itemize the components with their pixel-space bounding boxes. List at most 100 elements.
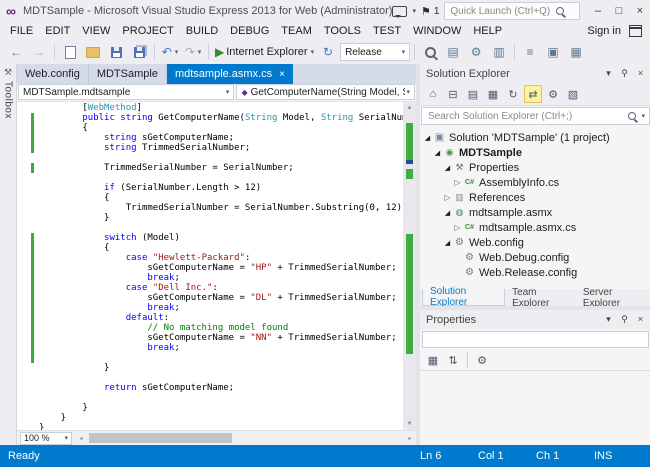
tree-item-mdtsample-asmx-cs[interactable]: ▷C#mdtsample.asmx.cs xyxy=(420,220,650,235)
scrollbar-thumb[interactable] xyxy=(89,433,232,443)
types-dropdown[interactable]: MDTSample.mdtsample ▾ xyxy=(18,84,234,100)
redo-button[interactable]: ↷▾ xyxy=(182,42,204,62)
code-text[interactable]: switch (Model) xyxy=(39,233,180,243)
find-in-files-button[interactable] xyxy=(419,42,441,62)
scroll-down-icon[interactable]: ▼ xyxy=(403,418,416,430)
code-text[interactable]: sGetComputerName = "DL" + TrimmedSerialN… xyxy=(39,293,397,303)
pin-icon[interactable]: ⚲ xyxy=(617,66,632,81)
navigate-forward-button[interactable]: → xyxy=(28,42,50,62)
code-text[interactable]: { xyxy=(39,123,88,133)
code-text[interactable]: sGetComputerName = "NN" + TrimmedSerialN… xyxy=(39,333,397,343)
scroll-left-icon[interactable]: ◂ xyxy=(75,435,87,442)
scroll-up-icon[interactable]: ▲ xyxy=(403,102,416,114)
solution-configurations-select[interactable]: Release▾ xyxy=(340,43,410,61)
save-all-button[interactable] xyxy=(128,42,150,62)
toolbox-strip[interactable]: ⚒ Toolbox xyxy=(0,64,17,445)
browser-refresh-button[interactable]: ↻ xyxy=(317,42,339,62)
expander-icon[interactable]: ▷ xyxy=(442,193,453,202)
expander-icon[interactable]: ◢ xyxy=(442,239,453,247)
panel-tab-solution-explorer[interactable]: Solution Explorer xyxy=(422,289,505,306)
tree-item-assemblyinfo-cs[interactable]: ▷C#AssemblyInfo.cs xyxy=(420,175,650,190)
code-text[interactable]: return sGetComputerName; xyxy=(39,383,234,393)
error-list-button[interactable]: ≡ xyxy=(519,42,541,62)
code-text[interactable]: break; xyxy=(39,303,180,313)
preview-selected-items-icon[interactable]: ▧ xyxy=(564,85,582,103)
team-explorer-button[interactable]: ▥ xyxy=(488,42,510,62)
open-file-button[interactable] xyxy=(82,42,104,62)
save-button[interactable] xyxy=(105,42,127,62)
close-tab-icon[interactable]: × xyxy=(279,69,285,80)
menu-debug[interactable]: DEBUG xyxy=(224,24,275,38)
tab-mdtsample-asmx-cs[interactable]: mdtsample.asmx.cs× xyxy=(167,64,293,84)
alphabetical-icon[interactable]: ⇅ xyxy=(444,351,462,369)
expander-icon[interactable]: ◢ xyxy=(442,164,453,172)
properties-window-button[interactable]: ⚙ xyxy=(465,42,487,62)
code-text[interactable]: public string GetComputerName(String Mod… xyxy=(39,113,403,123)
code-text[interactable]: break; xyxy=(39,343,180,353)
code-text[interactable]: } xyxy=(39,363,109,373)
code-text[interactable]: string sGetComputerName; xyxy=(39,133,234,143)
chevron-down-icon[interactable]: ▾ xyxy=(641,112,645,120)
menu-build[interactable]: BUILD xyxy=(180,24,224,38)
new-file-button[interactable] xyxy=(59,42,81,62)
tree-item-mdtsample[interactable]: ◢◉MDTSample xyxy=(420,145,650,160)
menu-team[interactable]: TEAM xyxy=(275,24,318,38)
scrollbar-track[interactable] xyxy=(87,431,404,445)
tree-item-references[interactable]: ▷▥References xyxy=(420,190,650,205)
expander-icon[interactable]: ▷ xyxy=(452,178,463,187)
zoom-select[interactable]: 100 % ▾ xyxy=(20,432,72,445)
properties-icon[interactable]: ⚙ xyxy=(544,85,562,103)
code-text[interactable]: default: xyxy=(39,313,169,323)
tab-web-config[interactable]: Web.config xyxy=(17,64,89,84)
menu-project[interactable]: PROJECT xyxy=(116,24,179,38)
sign-in-button[interactable]: Sign in xyxy=(587,25,621,37)
feedback-icon[interactable] xyxy=(392,6,407,17)
close-icon[interactable]: × xyxy=(633,312,648,327)
code-text[interactable]: { xyxy=(39,243,109,253)
tree-item-web-config[interactable]: ◢⚙Web.config xyxy=(420,235,650,250)
scrollbar-track[interactable] xyxy=(403,114,416,418)
code-text[interactable]: case "Dell Inc.": xyxy=(39,283,218,293)
refresh-icon[interactable]: ↻ xyxy=(504,85,522,103)
tree-item-web-debug-config[interactable]: ⚙Web.Debug.config xyxy=(420,250,650,265)
code-text[interactable]: [WebMethod] xyxy=(39,103,142,113)
menu-test[interactable]: TEST xyxy=(367,24,407,38)
tree-item-mdtsample-asmx[interactable]: ◢◍mdtsample.asmx xyxy=(420,205,650,220)
notifications-flag-icon[interactable]: ⚑ xyxy=(421,5,431,18)
tree-item-web-release-config[interactable]: ⚙Web.Release.config xyxy=(420,265,650,280)
code-text[interactable]: { xyxy=(39,193,109,203)
quick-launch-input[interactable] xyxy=(448,5,556,18)
close-icon[interactable]: × xyxy=(633,66,648,81)
tree-item-properties[interactable]: ◢⚒Properties xyxy=(420,160,650,175)
code-text[interactable]: if (SerialNumber.Length > 12) xyxy=(39,183,261,193)
menu-file[interactable]: FILE xyxy=(4,24,39,38)
solution-explorer-header[interactable]: Solution Explorer ▾⚲× xyxy=(420,64,650,83)
search-input[interactable] xyxy=(426,110,624,123)
show-all-files-icon[interactable]: ▤ xyxy=(464,85,482,103)
code-text[interactable]: TrimmedSerialNumber = SerialNumber; xyxy=(39,163,294,173)
navigate-backward-button[interactable]: ← xyxy=(5,42,27,62)
tree-item-solution-mdtsample-1-project[interactable]: ◢▣Solution 'MDTSample' (1 project) xyxy=(420,130,650,145)
immediate-window-button[interactable]: ▦ xyxy=(565,42,587,62)
categorized-icon[interactable]: ▦ xyxy=(424,351,442,369)
scroll-right-icon[interactable]: ▸ xyxy=(404,435,416,442)
code-text[interactable]: } xyxy=(39,423,44,430)
sync-with-active-document-icon[interactable]: ⇄ xyxy=(524,85,542,103)
view-code-icon[interactable]: ▦ xyxy=(484,85,502,103)
tab-mdtsample[interactable]: MDTSample xyxy=(89,64,167,84)
code-lines[interactable]: [WebMethod] public string GetComputerNam… xyxy=(17,102,403,430)
close-button[interactable]: × xyxy=(629,1,650,21)
code-text[interactable]: sGetComputerName = "HP" + TrimmedSerialN… xyxy=(39,263,397,273)
property-pages-icon[interactable]: ⚙ xyxy=(473,351,491,369)
start-debug-button[interactable]: ▶Internet Explorer▾ xyxy=(213,42,316,62)
menu-view[interactable]: VIEW xyxy=(76,24,116,38)
properties-object-dropdown[interactable] xyxy=(422,331,649,348)
code-text[interactable]: case "Hewlett-Packard": xyxy=(39,253,250,263)
expander-icon[interactable]: ◢ xyxy=(432,149,443,157)
pin-icon[interactable]: ⚲ xyxy=(617,312,632,327)
expander-icon[interactable]: ◢ xyxy=(442,209,453,217)
undo-button[interactable]: ↶▾ xyxy=(159,42,181,62)
menu-tools[interactable]: TOOLS xyxy=(318,24,367,38)
window-layout-icon[interactable] xyxy=(629,25,642,37)
members-dropdown[interactable]: ◆ GetComputerName(String Model, String S… xyxy=(236,84,415,100)
